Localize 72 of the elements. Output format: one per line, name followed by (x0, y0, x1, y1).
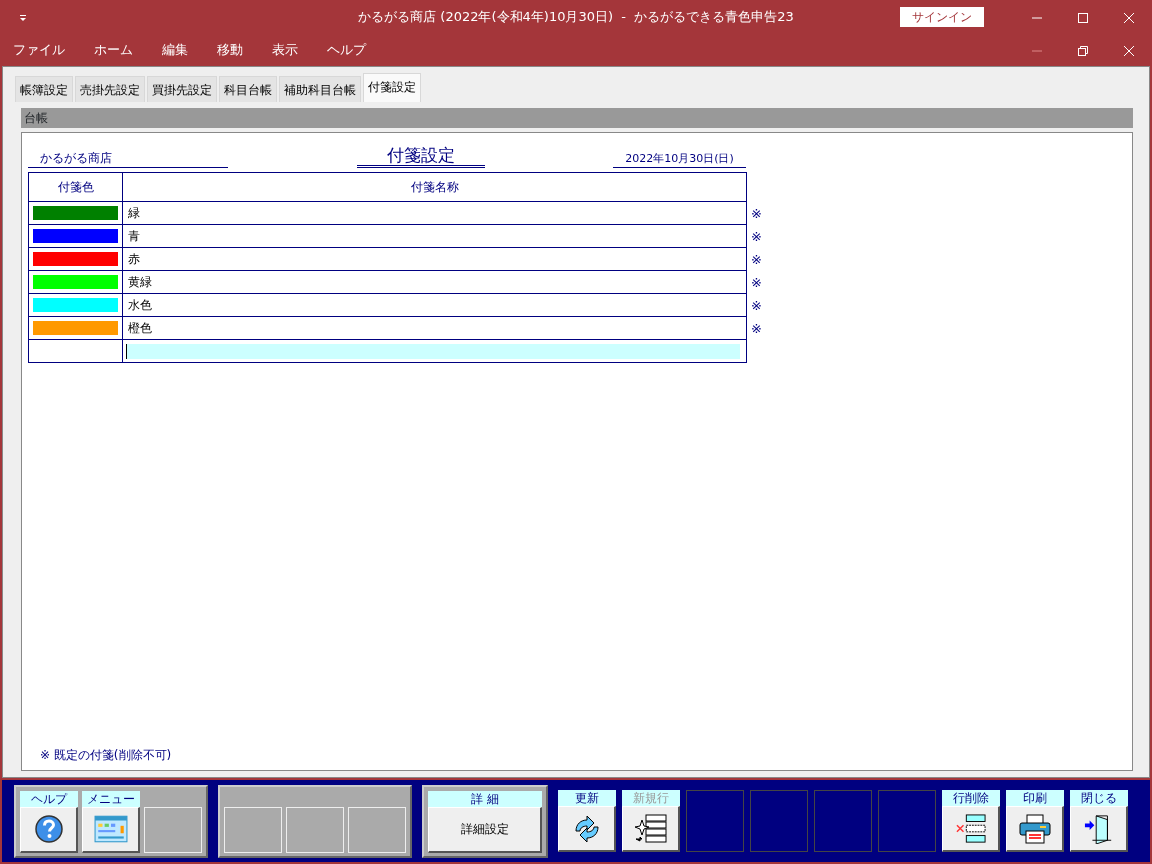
empty-slot (286, 806, 344, 853)
footnote: ※ 既定の付箋(削除不可) (39, 747, 173, 764)
tab[interactable]: 売掛先設定 (75, 76, 145, 102)
empty-slot (348, 806, 406, 853)
button-label: ヘルプ (20, 790, 78, 807)
toolbar-button[interactable] (1070, 806, 1128, 852)
tab[interactable]: 科目台帳 (219, 76, 277, 102)
button-label: 新規行 (622, 790, 680, 806)
detail-settings-button[interactable]: 詳細設定 (428, 806, 542, 853)
input-field[interactable] (126, 343, 740, 359)
empty-slot (878, 790, 936, 852)
table-cell: 橙色 (122, 316, 747, 340)
menu-item[interactable]: ホーム (81, 40, 149, 60)
report-date: 2022年10月30日(日) (613, 150, 746, 169)
button-label: 閉じる (1070, 790, 1128, 806)
table-cell: 水色 (122, 293, 747, 317)
toolbar-button[interactable] (558, 806, 616, 852)
empty-slot (750, 790, 808, 852)
dropdown-icon[interactable] (18, 12, 28, 23)
color-swatch[interactable] (33, 275, 118, 290)
restore-icon[interactable] (1077, 44, 1089, 57)
tab[interactable]: 付箋設定 (363, 73, 421, 102)
table-cell: 赤 (122, 247, 747, 271)
empty-slot (224, 806, 282, 853)
column-header: 付箋色 (28, 172, 123, 202)
column-header: 付箋名称 (122, 172, 747, 202)
sign-in-button[interactable]: サインイン (900, 7, 984, 27)
toolbar-button[interactable] (1006, 806, 1064, 852)
button-label: 更新 (558, 790, 616, 806)
color-swatch[interactable] (33, 321, 118, 336)
default-mark: ※ (746, 224, 1126, 248)
color-swatch[interactable] (33, 229, 118, 244)
button-label: 詳 細 (428, 790, 542, 807)
default-mark: ※ (746, 247, 1126, 271)
report-title: 付箋設定 (356, 145, 485, 169)
empty-slot (144, 806, 202, 853)
company-name: かるがる商店 (28, 149, 228, 169)
button-label: メニュー (82, 790, 140, 807)
new-row-icon (633, 813, 668, 844)
empty-slot (686, 790, 744, 852)
maximize-icon[interactable] (1077, 11, 1089, 24)
tab[interactable]: 帳簿設定 (15, 76, 73, 102)
tab[interactable]: 補助科目台帳 (279, 76, 361, 102)
menu-item[interactable]: 表示 (259, 40, 314, 60)
printer-icon (1017, 813, 1052, 844)
toolbar-button[interactable] (942, 806, 1000, 852)
table-cell: 緑 (122, 201, 747, 225)
default-mark: ※ (746, 316, 1126, 340)
menu-item[interactable]: 移動 (204, 40, 259, 60)
default-mark: ※ (746, 270, 1126, 294)
toolbar-button[interactable] (622, 806, 680, 852)
window-title: かるがる商店 (2022年(令和4年)10月30日) - かるがるできる青色申告23 (358, 8, 794, 27)
menu-item[interactable]: ヘルプ (314, 40, 382, 60)
menu-item[interactable]: 編集 (149, 40, 204, 60)
default-mark: ※ (746, 201, 1126, 225)
color-swatch[interactable] (33, 206, 118, 221)
menu-item[interactable]: ファイル (0, 40, 81, 60)
section-header: 台帳 (21, 108, 1133, 128)
table-cell: 青 (122, 224, 747, 248)
empty-slot (814, 790, 872, 852)
toolbar-button[interactable] (82, 806, 140, 853)
close-icon[interactable] (1123, 11, 1135, 24)
toolbar-button[interactable] (20, 806, 78, 853)
app-window-icon (93, 814, 128, 844)
color-swatch[interactable] (33, 252, 118, 267)
color-swatch[interactable] (33, 298, 118, 313)
button-label: 行削除 (942, 790, 1000, 806)
close-icon[interactable] (1123, 44, 1135, 57)
button-label: 印刷 (1006, 790, 1064, 806)
table-cell: 黄緑 (122, 270, 747, 294)
default-mark: ※ (746, 293, 1126, 317)
tab[interactable]: 買掛先設定 (147, 76, 217, 102)
